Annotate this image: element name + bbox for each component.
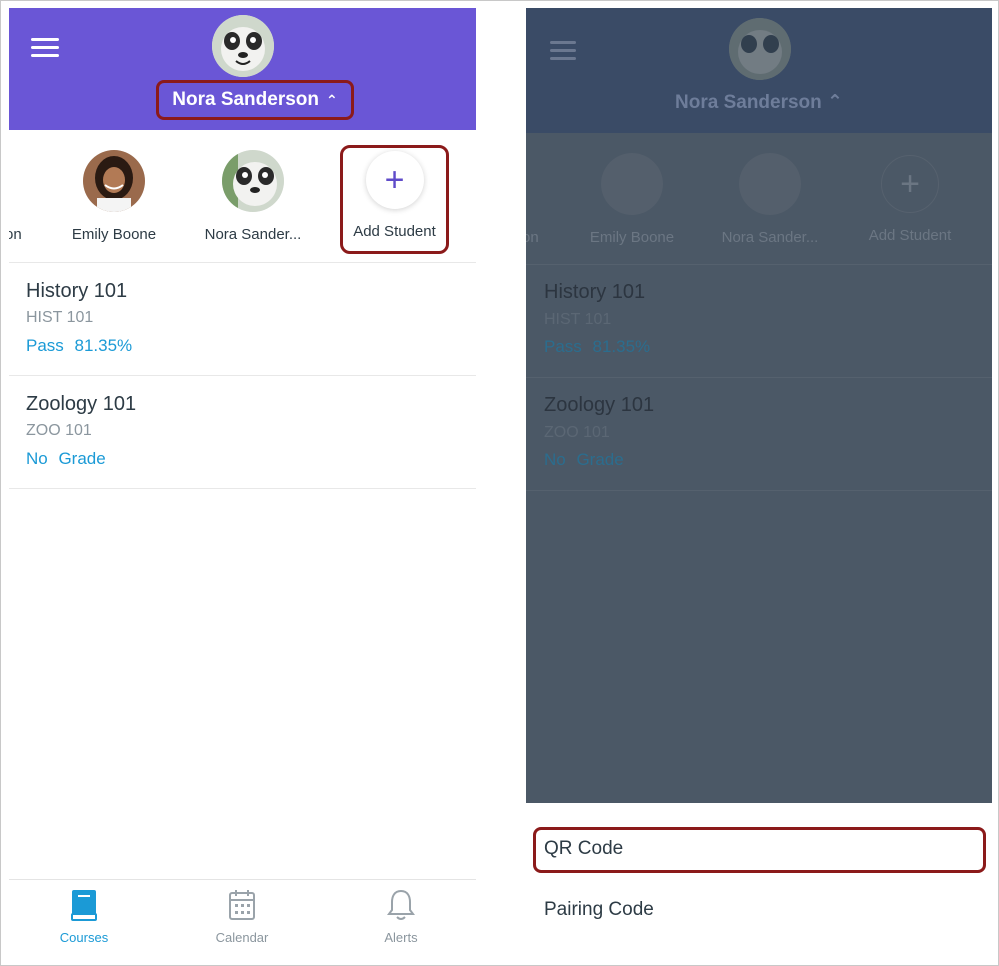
divider bbox=[526, 490, 992, 491]
tab-courses[interactable]: Courses bbox=[24, 888, 144, 945]
divider bbox=[526, 264, 992, 265]
add-student-item: + Add Student bbox=[850, 153, 970, 244]
avatar bbox=[222, 150, 284, 212]
student-label: Nora Sander... bbox=[204, 226, 302, 243]
add-student-button[interactable]: + Add Student bbox=[340, 145, 449, 254]
right-screen: Nora Sanderson ⌃ on Emily Boone Nora San… bbox=[526, 8, 992, 958]
student-label: Emily Boone bbox=[71, 226, 157, 243]
app-header: Nora Sanderson ⌃ bbox=[9, 8, 476, 130]
course-code: ZOO 101 bbox=[544, 424, 610, 441]
hamburger-menu-icon[interactable] bbox=[31, 38, 59, 58]
avatar bbox=[739, 153, 801, 215]
plus-icon: + bbox=[881, 155, 939, 213]
course-item[interactable]: History 101 HIST 101 Pass 81.35% bbox=[9, 263, 476, 376]
course-grade: Pass 81.35% bbox=[26, 336, 133, 355]
tab-label: Calendar bbox=[215, 930, 269, 945]
qr-code-option[interactable]: QR Code bbox=[533, 827, 986, 873]
course-grade: No Grade bbox=[26, 449, 106, 468]
student-avatar bbox=[729, 18, 791, 80]
student-switcher-button[interactable]: Nora Sanderson ⌃ bbox=[156, 80, 354, 120]
course-item[interactable]: Zoology 101 ZOO 101 No Grade bbox=[9, 376, 476, 489]
student-avatar[interactable] bbox=[212, 15, 274, 77]
student-label: Nora Sander... bbox=[721, 229, 819, 246]
course-title: Zoology 101 bbox=[544, 394, 655, 416]
course-title: History 101 bbox=[26, 280, 128, 302]
course-code: HIST 101 bbox=[544, 311, 612, 328]
book-icon bbox=[24, 888, 144, 922]
divider bbox=[526, 377, 992, 378]
student-item-emily[interactable]: Emily Boone bbox=[54, 150, 174, 243]
course-title: Zoology 101 bbox=[26, 393, 137, 415]
course-grade: No Grade bbox=[544, 450, 624, 469]
partial-student-label: on bbox=[526, 229, 539, 246]
tab-label: Courses bbox=[59, 930, 109, 945]
calendar-icon bbox=[182, 888, 302, 922]
student-name: Nora Sanderson ⌃ bbox=[675, 92, 843, 113]
chevron-up-icon: ⌃ bbox=[326, 91, 338, 108]
bottom-tab-bar: Courses Calendar Alerts bbox=[9, 879, 476, 958]
course-title: History 101 bbox=[544, 281, 646, 303]
add-student-label: Add Student bbox=[353, 223, 436, 240]
dimmed-overlay[interactable]: on Emily Boone Nora Sander... + Add Stud… bbox=[526, 133, 992, 803]
course-code: HIST 101 bbox=[26, 309, 94, 326]
student-name: Nora Sanderson bbox=[172, 89, 320, 110]
tab-label: Alerts bbox=[384, 930, 418, 945]
hamburger-menu-icon bbox=[550, 41, 576, 65]
student-item-emily: Emily Boone bbox=[572, 153, 692, 246]
option-label: QR Code bbox=[544, 838, 624, 859]
tab-alerts[interactable]: Alerts bbox=[341, 888, 461, 945]
bell-icon bbox=[341, 888, 461, 922]
pairing-code-option[interactable]: Pairing Code bbox=[544, 899, 654, 921]
student-item-nora[interactable]: Nora Sander... bbox=[193, 150, 313, 243]
tab-calendar[interactable]: Calendar bbox=[182, 888, 302, 945]
course-code: ZOO 101 bbox=[26, 422, 92, 439]
screenshot-frame: Nora Sanderson ⌃ on Emily Boone Nora San… bbox=[0, 0, 999, 966]
dimmed-header: Nora Sanderson ⌃ bbox=[526, 8, 992, 133]
action-sheet: QR Code Pairing Code bbox=[526, 803, 992, 958]
student-carousel: on Emily Boone Nora Sander... + Add Stud… bbox=[9, 130, 476, 263]
partial-student-label[interactable]: on bbox=[9, 226, 22, 243]
plus-icon: + bbox=[365, 151, 424, 209]
avatar bbox=[601, 153, 663, 215]
student-label: Emily Boone bbox=[589, 229, 675, 246]
course-grade: Pass 81.35% bbox=[544, 337, 651, 356]
student-item-nora: Nora Sander... bbox=[710, 153, 830, 246]
avatar bbox=[83, 150, 145, 212]
add-student-label: Add Student bbox=[868, 227, 952, 244]
left-screen: Nora Sanderson ⌃ on Emily Boone Nora San… bbox=[9, 8, 476, 958]
